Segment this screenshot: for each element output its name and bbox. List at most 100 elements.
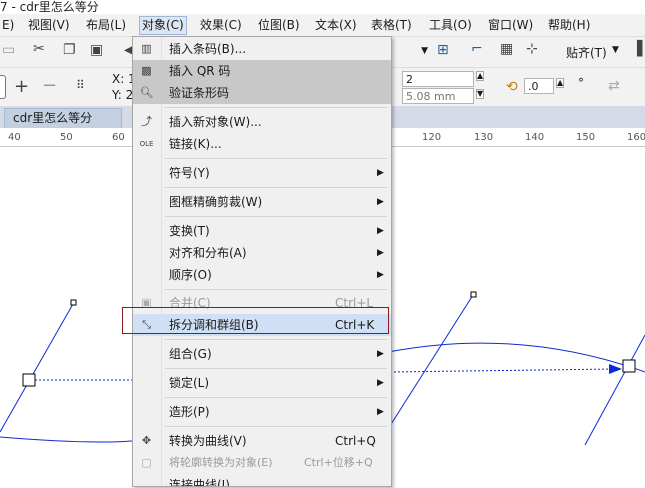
angle-input[interactable]: .0 <box>524 78 554 94</box>
menu-item-join-curves[interactable]: 连接曲线(J) <box>133 474 391 486</box>
guidelines-icon[interactable]: ⊹ <box>526 41 538 57</box>
menu-window[interactable]: 窗口(W) <box>486 17 535 34</box>
menu-layout[interactable]: 布局(L) <box>84 17 128 34</box>
rulers-icon[interactable]: ⌐ <box>471 41 483 57</box>
window-title: 7 - cdr里怎么等分 <box>0 0 99 14</box>
control-node-right <box>470 291 477 298</box>
menu-separator <box>165 158 387 159</box>
chevron-down-icon[interactable]: ▼ <box>612 45 619 55</box>
convert-curve-icon: ✥ <box>141 434 152 447</box>
ruler-tick: 40 <box>8 132 21 143</box>
menu-item-insert-new-object[interactable]: ⤴ 插入新对象(W)... <box>133 111 391 133</box>
paste-icon[interactable]: ▣ <box>90 42 103 58</box>
menu-item-lock[interactable]: 锁定(L) ▶ <box>133 372 391 394</box>
control-node-left <box>70 299 77 306</box>
menu-separator <box>165 368 387 369</box>
menu-item-label: 将轮廓转换为对象(E) <box>169 456 273 469</box>
menu-item-label: 验证条形码 <box>169 86 230 100</box>
ruler-tick: 50 <box>60 132 73 143</box>
ruler-tick: 160 <box>627 132 645 143</box>
menu-item-insert-qr-code[interactable]: ▩ 插入 QR 码 <box>133 60 391 82</box>
menu-item-label: 链接(K)... <box>169 137 222 151</box>
spin-up-icon[interactable]: ▲ <box>476 71 485 81</box>
highlight-annotation-box <box>122 307 389 334</box>
menu-help[interactable]: 帮助(H) <box>546 17 592 34</box>
menu-item-transform[interactable]: 变换(T) ▶ <box>133 220 391 242</box>
end-node-handle <box>622 359 636 373</box>
submenu-arrow-icon: ▶ <box>377 407 384 417</box>
outline-object-icon: ▢ <box>141 456 152 469</box>
ruler-tick: 60 <box>112 132 125 143</box>
snap-to-dropdown[interactable]: 贴齐(T) <box>566 44 607 61</box>
arrow-head-icon <box>609 364 622 374</box>
page-size-dropdown[interactable] <box>0 75 6 99</box>
menu-tools[interactable]: 工具(O) <box>427 17 474 34</box>
menu-item-outline-to-object[interactable]: ▢ 将轮廓转换为对象(E) Ctrl+位移+Q <box>133 452 391 474</box>
menu-item-shaping[interactable]: 造形(P) ▶ <box>133 401 391 423</box>
start-node-handle <box>22 373 36 387</box>
ruler-tick: 150 <box>576 132 596 143</box>
options-icon[interactable]: ▌ <box>637 41 645 57</box>
menu-item-validate-barcode[interactable]: 🔍︎ 验证条形码 <box>133 82 391 104</box>
menu-effects[interactable]: 效果(C) <box>198 17 244 34</box>
print-icon[interactable]: ▭ <box>2 42 15 58</box>
menu-item-convert-to-curves[interactable]: ✥ 转换为曲线(V) Ctrl+Q <box>133 430 391 452</box>
menu-item-label: 顺序(O) <box>169 268 212 282</box>
submenu-arrow-icon: ▶ <box>377 248 384 258</box>
document-tab[interactable]: cdr里怎么等分 <box>4 108 122 128</box>
menu-bar: E) 视图(V) 布局(L) 对象(C) 效果(C) 位图(B) 文本(X) 表… <box>0 14 645 37</box>
add-icon[interactable]: + <box>14 76 29 97</box>
menu-bitmaps[interactable]: 位图(B) <box>256 17 302 34</box>
menu-separator <box>165 339 387 340</box>
menu-item-align-distribute[interactable]: 对齐和分布(A) ▶ <box>133 242 391 264</box>
menu-item-group[interactable]: 组合(G) ▶ <box>133 343 391 365</box>
copy-icon[interactable]: ❐ <box>63 42 76 58</box>
full-screen-icon[interactable]: ⊞ <box>437 42 449 58</box>
menu-object[interactable]: 对象(C) <box>139 16 187 35</box>
menu-item-label: 变换(T) <box>169 224 210 238</box>
mirror-icon[interactable]: ⇄ <box>608 78 620 94</box>
control-line-left <box>0 303 74 433</box>
menu-item-links[interactable]: OLE 链接(K)... <box>133 133 391 155</box>
menu-item-insert-barcode[interactable]: ▥ 插入条码(B)... <box>133 38 391 60</box>
spin-down-icon[interactable]: ▼ <box>476 89 485 99</box>
ruler-tick: 140 <box>525 132 545 143</box>
title-bar: 7 - cdr里怎么等分 <box>0 0 645 14</box>
scissors-icon[interactable]: ✂ <box>33 41 45 57</box>
barcode-icon: ▥ <box>141 42 152 55</box>
menu-item-label: 造形(P) <box>169 405 210 419</box>
nudge-value: 2 <box>406 73 413 86</box>
menu-separator <box>165 107 387 108</box>
menu-item-label: 锁定(L) <box>169 376 210 390</box>
size-value: 5.08 mm <box>406 90 456 103</box>
spin-updown-icon[interactable]: ▲ <box>556 78 565 88</box>
ruler-tick: 130 <box>474 132 494 143</box>
menu-item-label: 转换为曲线(V) <box>169 434 247 448</box>
menu-separator <box>165 289 387 290</box>
menu-item-label: 插入 QR 码 <box>169 64 231 78</box>
rotate-icon: ⟲ <box>506 79 518 95</box>
nudge-input[interactable]: 2 <box>402 71 474 87</box>
menu-item-order[interactable]: 顺序(O) ▶ <box>133 264 391 286</box>
object-menu-dropdown: ▥ 插入条码(B)... ▩ 插入 QR 码 🔍︎ 验证条形码 ⤴ 插入新对象(… <box>132 36 392 487</box>
menu-view[interactable]: 视图(V) <box>26 17 72 34</box>
submenu-arrow-icon: ▶ <box>377 168 384 178</box>
menu-table[interactable]: 表格(T) <box>369 17 414 34</box>
zoom-dropdown[interactable]: ▼ <box>390 43 430 59</box>
insert-object-icon: ⤴ <box>141 115 152 128</box>
menu-item-label: 图框精确剪裁(W) <box>169 195 263 209</box>
menu-separator <box>165 426 387 427</box>
menu-text[interactable]: 文本(X) <box>313 17 359 34</box>
size-input[interactable]: 5.08 mm <box>402 88 474 104</box>
control-line-right <box>387 294 474 430</box>
ole-icon: OLE <box>139 140 154 148</box>
menu-item-symbol[interactable]: 符号(Y) ▶ <box>133 162 391 184</box>
y-position-label: Y: 2 <box>112 88 134 102</box>
position-anchor-icon[interactable]: ⠿ <box>76 78 85 92</box>
remove-icon[interactable]: − <box>42 75 57 96</box>
menu-item-label: 插入条码(B)... <box>169 42 247 56</box>
menu-edit[interactable]: E) <box>0 17 16 34</box>
menu-item-powerclip[interactable]: 图框精确剪裁(W) ▶ <box>133 191 391 213</box>
grid-icon[interactable]: ▦ <box>500 41 513 57</box>
menu-separator <box>165 216 387 217</box>
